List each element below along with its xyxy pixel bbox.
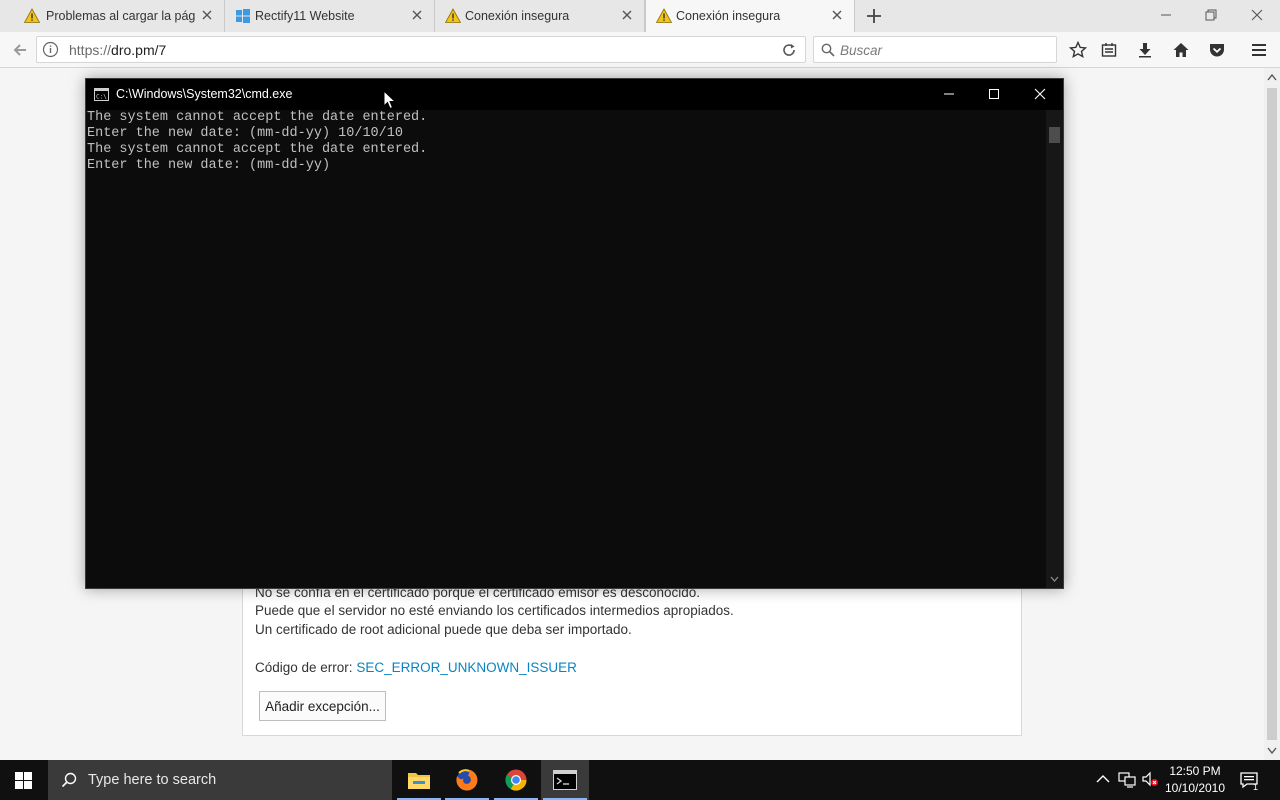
reload-icon[interactable] [781,42,797,58]
network-icon[interactable] [1118,770,1136,788]
svg-text:C:\: C:\ [96,94,107,101]
taskbar: Type here to search 12:50 PM 10/10/2010 … [0,760,1280,800]
url-host: dro.pm/7 [111,42,167,58]
mouse-cursor-icon [383,90,397,110]
maximize-icon[interactable] [982,83,1006,105]
warning-icon [24,8,40,23]
pocket-icon[interactable] [1208,41,1226,59]
search-icon [821,43,835,57]
certificate-error-details: No se confía en el certificado porque el… [242,580,1022,736]
info-icon[interactable] [42,41,59,58]
clock-date: 10/10/2010 [1164,781,1226,795]
tab-label: Conexión insegura [676,9,781,23]
reading-list-icon[interactable] [1100,41,1118,59]
cmd-scrollbar[interactable] [1046,110,1063,588]
cmd-icon [553,770,577,790]
close-icon[interactable] [410,8,424,22]
bookmark-star-icon[interactable] [1069,41,1087,59]
close-icon[interactable] [1028,83,1052,105]
new-tab-icon[interactable] [864,6,884,26]
taskbar-app-file-explorer[interactable] [395,760,443,800]
close-icon[interactable] [620,8,634,22]
clock-time: 12:50 PM [1169,764,1221,778]
taskbar-search-box[interactable]: Type here to search [48,760,392,800]
cmd-window[interactable]: C:\ C:\Windows\System32\cmd.exe The syst… [85,78,1064,589]
scroll-up-icon[interactable] [1266,72,1278,82]
url-text: https://dro.pm/7 [69,42,166,58]
close-icon[interactable] [200,8,214,22]
error-code-link[interactable]: SEC_ERROR_UNKNOWN_ISSUER [356,660,577,675]
tab-label: Conexión insegura [465,9,570,23]
notification-count: 1 [1253,782,1259,792]
tab-conexion-insegura-active[interactable]: Conexión insegura [645,0,855,32]
scroll-down-icon[interactable] [1049,575,1060,584]
home-icon[interactable] [1172,41,1190,59]
taskbar-app-cmd[interactable] [541,760,589,800]
tab-conexion-insegura-1[interactable]: Conexión insegura [435,0,645,32]
cmd-icon: C:\ [94,88,109,101]
system-clock[interactable]: 12:50 PM 10/10/2010 [1160,763,1230,797]
menu-icon[interactable] [1250,41,1268,59]
cmd-title: C:\Windows\System32\cmd.exe [116,87,293,101]
add-exception-button[interactable]: Añadir excepción... [259,691,386,721]
cmd-title-bar[interactable]: C:\ C:\Windows\System32\cmd.exe [86,79,1063,110]
taskbar-app-firefox[interactable] [443,760,491,800]
file-explorer-icon [408,773,430,789]
download-icon[interactable] [1136,41,1154,59]
chevron-up-icon[interactable] [1094,770,1112,788]
url-scheme: https:// [69,42,112,58]
chrome-icon [505,769,527,791]
close-icon[interactable] [830,8,844,22]
taskbar-app-chrome[interactable] [492,760,540,800]
taskbar-search-placeholder: Type here to search [88,772,217,788]
search-bar[interactable]: Buscar [813,36,1057,63]
tab-label: Rectify11 Website [255,9,355,23]
tab-rectify11[interactable]: Rectify11 Website [225,0,435,32]
minimize-icon[interactable] [1154,4,1178,26]
windows-start-icon [15,772,32,789]
search-icon [61,772,77,788]
warning-icon [445,8,461,23]
cmd-prompt-line: Enter the new date: (mm-dd-yy) [87,158,331,173]
firefox-icon [456,769,478,791]
tab-problemas[interactable]: Problemas al cargar la pág... [0,0,225,32]
start-button[interactable] [0,760,48,800]
minimize-icon[interactable] [937,83,961,105]
error-code-line: Código de error: SEC_ERROR_UNKNOWN_ISSUE… [255,660,577,675]
volume-muted-icon[interactable] [1141,770,1159,788]
cmd-line: The system cannot accept the date entere… [87,110,428,125]
restore-icon[interactable] [1199,4,1223,26]
cmd-output[interactable]: The system cannot accept the date entere… [87,110,1045,588]
tab-label: Problemas al cargar la pág... [46,9,196,23]
search-placeholder: Buscar [840,43,883,58]
close-window-icon[interactable] [1245,4,1269,26]
warning-icon [656,8,672,23]
cmd-scrollbar-thumb[interactable] [1049,127,1060,143]
back-icon[interactable] [11,41,29,59]
cert-message-2: Un certificado de root adicional puede q… [255,622,632,637]
windows-logo-icon [236,9,250,23]
cmd-line: Enter the new date: (mm-dd-yy) 10/10/10 [87,126,403,141]
screen: Problemas al cargar la pág... Rectify11 … [0,0,1280,800]
cert-message-1: Puede que el servidor no esté enviando l… [255,603,734,618]
scroll-down-icon[interactable] [1266,746,1278,756]
navigation-bar: https://dro.pm/7 Buscar [0,32,1280,68]
error-code-label: Código de error: [255,660,357,675]
page-scrollbar-thumb[interactable] [1267,88,1277,740]
cmd-line: The system cannot accept the date entere… [87,142,428,157]
url-bar[interactable]: https://dro.pm/7 [36,36,806,63]
tab-strip: Problemas al cargar la pág... Rectify11 … [0,0,1280,32]
